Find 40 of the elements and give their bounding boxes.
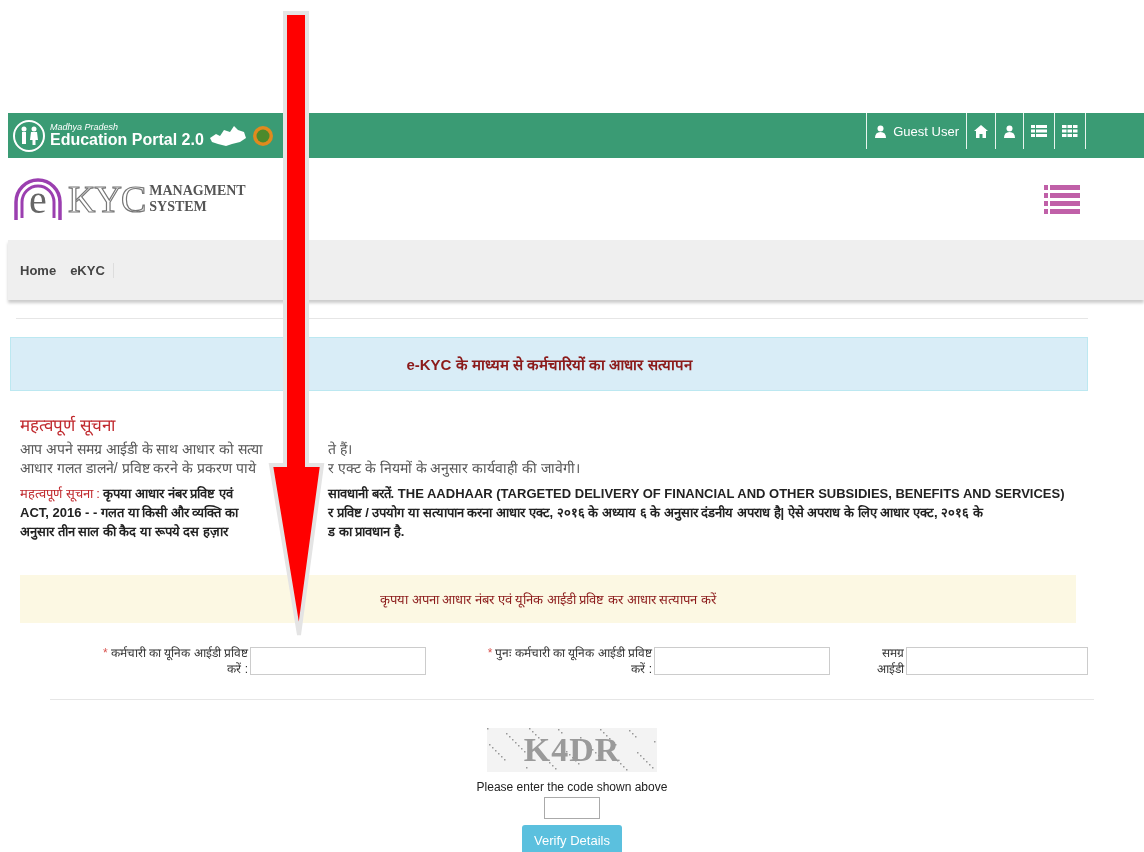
instruction-text: कृपया अपना आधार नंबर एवं यूनिक आईडी प्रविष्ट कर आधार सत्यापन करें bbox=[380, 591, 716, 608]
warning-text: ड का प्रावधान है. bbox=[328, 523, 405, 541]
field-label: समग्र आईडी bbox=[876, 645, 904, 677]
notice-text: आप अपने समग्र आईडी के साथ आधार को सत्या bbox=[20, 440, 265, 459]
captcha-prompt: Please enter the code shown above bbox=[476, 780, 668, 794]
warning-text: ACT, 2016 - - गलत या किसी और व्यक्ति का bbox=[20, 504, 240, 522]
emblem-icon bbox=[251, 124, 274, 147]
logo-letter: e bbox=[29, 175, 47, 223]
menu-icon[interactable] bbox=[1044, 184, 1080, 214]
warning-text: र प्रविष्ट / उपयोग या सत्यापान करना आधार एक्ट, २०१६ के अध्याय ६ के अनुसार दंडनीय अपराध है| ऐसे अपराध के लिए आधार एक्ट, २०१६ के bbox=[328, 504, 983, 522]
input-field[interactable] bbox=[906, 647, 1088, 675]
notice-text: ते हैं। bbox=[328, 440, 352, 459]
notice-heading: महत्वपूर्ण सूचना bbox=[20, 414, 117, 436]
field-label: * पुनः कर्मचारी का यूनिक आईडी प्रविष्ट करें : bbox=[486, 645, 652, 677]
logo-subtitle: MANAGMENT bbox=[149, 182, 246, 199]
field-label: * कर्मचारी का यूनिक आईडी प्रविष्ट करें : bbox=[102, 645, 248, 677]
captcha-code: K4DR bbox=[523, 731, 621, 769]
children-logo-icon bbox=[12, 118, 46, 153]
logo-text: KYC bbox=[68, 177, 146, 221]
input-field[interactable] bbox=[250, 647, 426, 675]
breadcrumb-link[interactable]: Home bbox=[20, 262, 65, 278]
state-map-icon bbox=[207, 123, 248, 148]
notice-text: आधार गलत डालने/ प्रविष्ट करने के प्रकरण पाये bbox=[20, 459, 258, 478]
logo-subtitle: SYSTEM bbox=[149, 199, 208, 216]
grid-nav-button[interactable] bbox=[1054, 113, 1086, 149]
warning-text: अनुसार तीन साल की कैद या रूपये दस हज़ार bbox=[20, 523, 230, 541]
portal-name: Education Portal 2.0 bbox=[50, 132, 204, 148]
grid-icon bbox=[1062, 125, 1078, 137]
page-title: e-KYC के माध्यम से कर्मचारियों का आधार सत्यापन bbox=[406, 355, 692, 374]
user-icon bbox=[1003, 124, 1016, 138]
notice-text: र एक्ट के नियमों के अनुसार कार्यवाही की जावेगी। bbox=[328, 459, 581, 478]
warning-text: महत्वपूर्ण सूचना : कृपया आधार नंबर प्रविष्ट एवं bbox=[20, 485, 235, 503]
home-icon bbox=[974, 124, 988, 138]
breadcrumb-link[interactable]: eKYC bbox=[70, 262, 114, 278]
warning-text: सावधानी बरतें. THE AADHAAR (TARGETED DELIVERY OF FINANCIAL AND OTHER SUBSIDIES, BENEFITS AND SERVICES) bbox=[328, 485, 1065, 503]
list-icon bbox=[1031, 125, 1047, 137]
input-field[interactable] bbox=[654, 647, 830, 675]
portal-state: Madhya Pradesh bbox=[50, 123, 120, 132]
captcha-input-field[interactable] bbox=[544, 797, 600, 819]
user-icon bbox=[874, 124, 888, 138]
